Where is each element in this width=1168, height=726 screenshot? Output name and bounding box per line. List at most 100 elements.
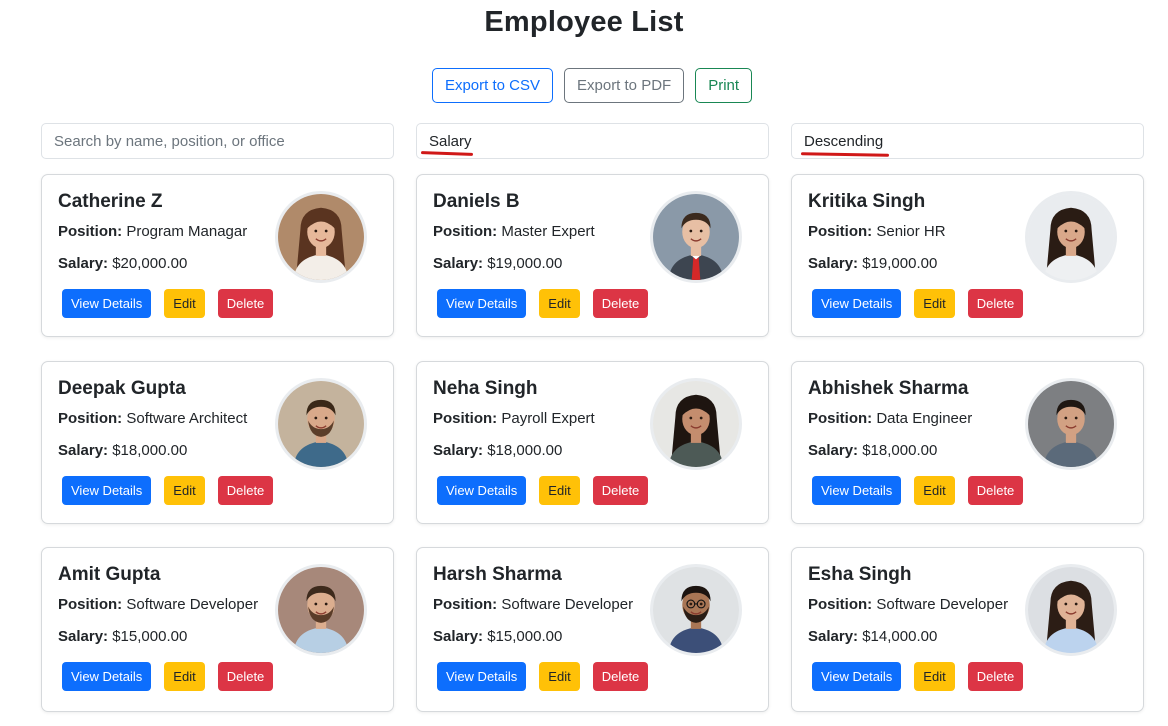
employee-avatar: [650, 564, 742, 656]
export-pdf-button[interactable]: Export to PDF: [564, 68, 685, 103]
search-input[interactable]: [54, 132, 381, 150]
employee-salary: Salary: $15,000.00: [433, 628, 562, 645]
employee-avatar: [275, 378, 367, 470]
edit-button[interactable]: Edit: [539, 662, 580, 691]
position-label: Position:: [58, 223, 123, 240]
employee-salary: Salary: $14,000.00: [808, 628, 937, 645]
edit-button[interactable]: Edit: [164, 289, 205, 318]
salary-label: Salary:: [808, 255, 859, 272]
position-label: Position:: [433, 596, 498, 613]
salary-label: Salary:: [58, 255, 109, 272]
position-value: Program Managar: [126, 223, 248, 240]
employee-salary: Salary: $18,000.00: [808, 442, 937, 459]
position-value: Senior HR: [876, 223, 946, 240]
salary-label: Salary:: [58, 442, 109, 459]
edit-button[interactable]: Edit: [539, 289, 580, 318]
salary-value: $15,000.00: [487, 628, 563, 645]
view-details-button[interactable]: View Details: [62, 662, 152, 691]
employee-avatar: [1025, 564, 1117, 656]
edit-button[interactable]: Edit: [164, 476, 205, 505]
employee-position: Position: Software Developer: [433, 596, 633, 613]
delete-button[interactable]: Delete: [592, 476, 649, 505]
salary-label: Salary:: [433, 442, 484, 459]
card-actions: View Details Edit Delete: [62, 476, 274, 505]
card-actions: View Details Edit Delete: [437, 289, 649, 318]
employee-avatar: [1025, 378, 1117, 470]
delete-button[interactable]: Delete: [217, 289, 274, 318]
employee-avatar: [1025, 191, 1117, 283]
salary-value: $18,000.00: [487, 442, 563, 459]
position-value: Master Expert: [501, 223, 595, 240]
view-details-button[interactable]: View Details: [437, 289, 527, 318]
salary-value: $15,000.00: [112, 628, 188, 645]
employee-salary: Salary: $20,000.00: [58, 255, 187, 272]
employee-name: Catherine Z: [58, 191, 163, 212]
delete-button[interactable]: Delete: [592, 662, 649, 691]
employee-position: Position: Master Expert: [433, 223, 595, 240]
employee-position: Position: Software Developer: [808, 596, 1008, 613]
export-csv-button[interactable]: Export to CSV: [431, 68, 553, 103]
print-button[interactable]: Print: [695, 68, 753, 103]
search-field[interactable]: [41, 123, 394, 159]
employee-card: Abhishek Sharma Position: Data Engineer …: [791, 361, 1144, 524]
salary-value: $14,000.00: [862, 628, 938, 645]
delete-button[interactable]: Delete: [967, 289, 1024, 318]
view-details-button[interactable]: View Details: [812, 662, 902, 691]
employee-salary: Salary: $15,000.00: [58, 628, 187, 645]
employee-position: Position: Data Engineer: [808, 410, 972, 427]
edit-button[interactable]: Edit: [164, 662, 205, 691]
employee-name: Kritika Singh: [808, 191, 926, 212]
export-toolbar: Export to CSV Export to PDF Print: [0, 68, 1168, 103]
edit-button[interactable]: Edit: [914, 662, 955, 691]
employee-salary: Salary: $18,000.00: [433, 442, 562, 459]
salary-label: Salary:: [433, 628, 484, 645]
employee-salary: Salary: $18,000.00: [58, 442, 187, 459]
view-details-button[interactable]: View Details: [62, 476, 152, 505]
employee-name: Deepak Gupta: [58, 378, 186, 399]
salary-label: Salary:: [808, 442, 859, 459]
position-label: Position:: [808, 223, 873, 240]
edit-button[interactable]: Edit: [914, 289, 955, 318]
delete-button[interactable]: Delete: [967, 662, 1024, 691]
edit-button[interactable]: Edit: [539, 476, 580, 505]
card-actions: View Details Edit Delete: [437, 662, 649, 691]
edit-button[interactable]: Edit: [914, 476, 955, 505]
view-details-button[interactable]: View Details: [812, 476, 902, 505]
position-value: Payroll Expert: [501, 410, 595, 427]
employee-name: Harsh Sharma: [433, 564, 562, 585]
position-label: Position:: [808, 410, 873, 427]
delete-button[interactable]: Delete: [217, 662, 274, 691]
sort-field-value: Salary: [429, 132, 472, 150]
position-label: Position:: [433, 223, 498, 240]
card-actions: View Details Edit Delete: [812, 662, 1024, 691]
employee-card: Catherine Z Position: Program Managar Sa…: [41, 174, 394, 337]
card-actions: View Details Edit Delete: [62, 662, 274, 691]
card-actions: View Details Edit Delete: [812, 476, 1024, 505]
salary-label: Salary:: [58, 628, 109, 645]
employee-salary: Salary: $19,000.00: [808, 255, 937, 272]
employee-position: Position: Software Architect: [58, 410, 247, 427]
employee-card: Kritika Singh Position: Senior HR Salary…: [791, 174, 1144, 337]
salary-label: Salary:: [433, 255, 484, 272]
employee-card: Neha Singh Position: Payroll Expert Sala…: [416, 361, 769, 524]
view-details-button[interactable]: View Details: [437, 662, 527, 691]
employee-name: Neha Singh: [433, 378, 538, 399]
employee-avatar: [275, 564, 367, 656]
delete-button[interactable]: Delete: [967, 476, 1024, 505]
salary-value: $18,000.00: [112, 442, 188, 459]
employee-avatar: [650, 191, 742, 283]
employee-name: Daniels B: [433, 191, 520, 212]
position-label: Position:: [433, 410, 498, 427]
delete-button[interactable]: Delete: [217, 476, 274, 505]
employee-position: Position: Payroll Expert: [433, 410, 595, 427]
view-details-button[interactable]: View Details: [62, 289, 152, 318]
salary-value: $19,000.00: [862, 255, 938, 272]
salary-value: $19,000.00: [487, 255, 563, 272]
position-value: Software Architect: [126, 410, 248, 427]
salary-value: $20,000.00: [112, 255, 188, 272]
view-details-button[interactable]: View Details: [437, 476, 527, 505]
employee-card: Daniels B Position: Master Expert Salary…: [416, 174, 769, 337]
view-details-button[interactable]: View Details: [812, 289, 902, 318]
employee-card: Esha Singh Position: Software Developer …: [791, 547, 1144, 712]
delete-button[interactable]: Delete: [592, 289, 649, 318]
